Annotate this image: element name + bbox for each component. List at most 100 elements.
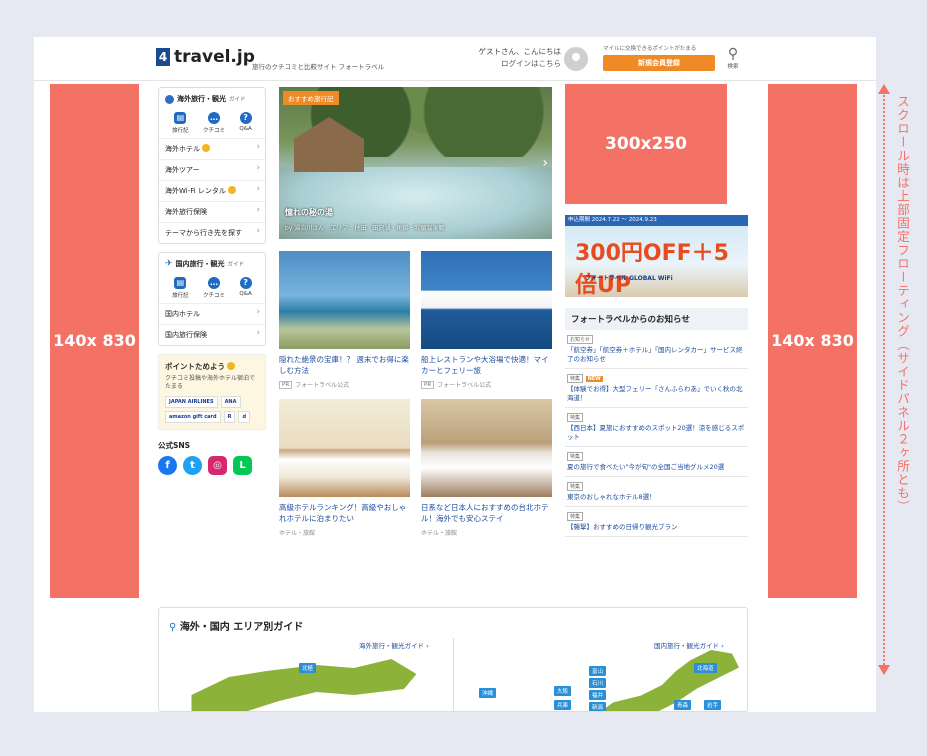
- area-tag[interactable]: 沖縄: [479, 688, 497, 698]
- notice-text: 【襲撃】おすすめの日帰り観光プラン: [567, 523, 678, 531]
- login-link[interactable]: ログインはこちら: [434, 58, 561, 70]
- instagram-icon[interactable]: ◎: [208, 456, 227, 475]
- area-tag[interactable]: 青森: [674, 700, 692, 710]
- domestic-guide-title[interactable]: ✈ 国内旅行・観光 ガイド: [159, 253, 265, 275]
- notice-item[interactable]: お知らせ 「航空券」「航空券＋ホテル」「国内レンタカー」サービス終了のお知らせ: [565, 330, 748, 369]
- logo-mark: 4: [156, 48, 170, 66]
- notice-item[interactable]: 特集 【襲撃】おすすめの日帰り観光プラン: [565, 507, 748, 537]
- overseas-guide-link[interactable]: 海外旅行・観光ガイド ›: [359, 640, 429, 650]
- page: 4 travel.jp 旅行のクチコミと比較サイト フォートラベル ゲストさん、…: [34, 37, 876, 712]
- article-category: ホテル・旅館: [421, 530, 458, 537]
- rectangle-ad-placeholder: 300x250: [565, 84, 727, 204]
- signup-button[interactable]: 新規会員登録: [603, 55, 715, 71]
- coin-icon: [227, 186, 236, 194]
- sidebar-item-wifi[interactable]: 海外Wi-Fi レンタル: [159, 180, 265, 201]
- banner-date: 申込期間 2024.7.22 ～ 2024.9.23: [565, 215, 748, 226]
- overseas-title-small: ガイド: [229, 97, 246, 103]
- right-column: 300x250 申込期間 2024.7.22 ～ 2024.9.23 300円O…: [565, 84, 748, 537]
- notice-text: 【体験でお得】大型フェリー「さんふらわあ」でいく秋の北海道！: [567, 385, 743, 402]
- scroll-annotation: スクロール時は上部固定フローティング（サイドパネル２ヶ所とも）: [895, 95, 910, 514]
- notice-panel: フォートラベルからのお知らせ お知らせ 「航空券」「航空券＋ホテル」「国内レンタ…: [565, 308, 748, 537]
- area-tag[interactable]: 新潟: [589, 702, 607, 711]
- arrow-down-icon: [878, 665, 890, 675]
- ana-logo: ANA: [220, 396, 241, 408]
- wifi-promo-banner[interactable]: 申込期間 2024.7.22 ～ 2024.9.23 300円OFF＋5倍UP …: [565, 215, 748, 297]
- site-logo[interactable]: 4 travel.jp: [156, 48, 255, 66]
- area-tag[interactable]: 富山: [589, 666, 607, 676]
- sidebar-item-domestic-hotel[interactable]: 国内ホテル: [159, 303, 265, 324]
- article-title: 隠れた絶景の宝庫！？ 週末でお得に楽しむ方法: [279, 355, 409, 375]
- search-button[interactable]: ⚲ 検索: [722, 46, 744, 70]
- article-card[interactable]: 日系など日本人におすすめの台北ホテル！海外でも安心ステイ ホテル・旅館: [421, 399, 552, 537]
- travelogue-link[interactable]: ▤ 旅行記: [172, 112, 189, 134]
- area-tag[interactable]: 岩手: [704, 700, 722, 710]
- domestic-title-text: 国内旅行・観光: [175, 260, 225, 268]
- facebook-icon[interactable]: f: [158, 456, 177, 475]
- world-map: [191, 659, 417, 711]
- article-title: 高級ホテルランキング！高級やおしゃれホテルに泊まりたい: [279, 503, 407, 523]
- book-icon: ▤: [174, 277, 187, 289]
- review-link[interactable]: … クチコミ: [203, 112, 225, 134]
- sidebar-item-label: 海外ホテル: [165, 145, 200, 153]
- article-card[interactable]: 船上レストランや大浴場で快適！マイカーとフェリー旅 PR フォートラベル公式: [421, 251, 552, 389]
- domestic-guide-link[interactable]: 国内旅行・観光ガイド ›: [654, 640, 724, 650]
- avatar[interactable]: [564, 47, 588, 71]
- area-tag[interactable]: 北極: [299, 663, 317, 673]
- sidebar-item-theme-search[interactable]: テーマから行き先を探す: [159, 222, 265, 243]
- sidebar-item-label: 海外旅行保険: [165, 208, 207, 216]
- d-point-logo: d: [238, 411, 251, 423]
- hero-author: by 湯治川さん エリア：秋田／田沢湖・角館・乳頭温泉郷: [285, 225, 445, 232]
- article-meta: ホテル・旅館: [421, 528, 552, 537]
- search-icon: ⚲: [727, 46, 739, 62]
- twitter-icon[interactable]: t: [183, 456, 202, 475]
- line-icon[interactable]: L: [233, 456, 252, 475]
- search-label: 検索: [727, 64, 739, 70]
- notice-item[interactable]: 特集 東京のおしゃれなホテル8選！: [565, 477, 748, 507]
- left-sidebar: 海外旅行・観光 ガイド ▤旅行記 …クチコミ ?Q&A 海外ホテル 海外ツアー …: [158, 87, 266, 475]
- notice-item[interactable]: 特集 夏の旅行で食べたい"今が旬"の全国ご当地グルメ20選: [565, 447, 748, 477]
- article-title: 日系など日本人におすすめの台北ホテル！海外でも安心ステイ: [421, 503, 549, 523]
- qa-link[interactable]: ? Q&A: [239, 112, 252, 134]
- review-link[interactable]: … クチコミ: [203, 277, 225, 299]
- hero-featured-travelogue[interactable]: おすすめ旅行記 憧れの秘の湯 by 湯治川さん エリア：秋田／田沢湖・角館・乳頭…: [279, 87, 552, 239]
- sidebar-item-domestic-insurance[interactable]: 国内旅行保険: [159, 324, 265, 345]
- article-source: フォートラベル公式: [295, 382, 350, 389]
- area-tag[interactable]: 福井: [589, 690, 607, 700]
- sns-title: 公式SNS: [158, 441, 191, 450]
- area-tag[interactable]: 石川: [589, 678, 607, 688]
- logo-text: travel.jp: [174, 47, 255, 67]
- sidebar-item-overseas-tour[interactable]: 海外ツアー: [159, 159, 265, 180]
- speech-bubble-icon: …: [208, 277, 221, 289]
- points-title: ポイントためよう: [165, 361, 259, 372]
- notice-title: フォートラベルからのお知らせ: [565, 308, 748, 330]
- icon-label: クチコミ: [203, 293, 226, 299]
- banner-brand: フォートラベル GLOBAL WiFi: [585, 275, 673, 282]
- sidebar-item-overseas-hotel[interactable]: 海外ホテル: [159, 138, 265, 159]
- article-meta: ホテル・旅館: [279, 528, 410, 537]
- travelogue-link[interactable]: ▤ 旅行記: [172, 277, 189, 299]
- notice-tag: お知らせ: [567, 335, 593, 344]
- area-tag[interactable]: 北海道: [694, 663, 717, 673]
- article-thumbnail: [279, 251, 410, 349]
- sidebar-item-overseas-insurance[interactable]: 海外旅行保険: [159, 201, 265, 222]
- overseas-guide-title[interactable]: 海外旅行・観光 ガイド: [159, 88, 265, 110]
- article-grid: 隠れた絶景の宝庫！？ 週末でお得に楽しむ方法 PR フォートラベル公式 船上レスト…: [279, 251, 554, 547]
- article-card[interactable]: 隠れた絶景の宝庫！？ 週末でお得に楽しむ方法 PR フォートラベル公式: [279, 251, 410, 389]
- notice-tag: 特集: [567, 413, 584, 422]
- points-promo[interactable]: ポイントためよう クチコミ投稿や海外ホテル宿泊でたまる JAPAN AIRLIN…: [158, 354, 266, 430]
- sidebar-item-label: 国内ホテル: [165, 310, 200, 318]
- chevron-right-icon[interactable]: ›: [542, 155, 548, 171]
- notice-text: 夏の旅行で食べたい"今が旬"の全国ご当地グルメ20選: [567, 463, 725, 471]
- notice-item[interactable]: 特集 【西日本】夏旅におすすめのスポット20選！涼を感じるスポット: [565, 408, 748, 447]
- area-tag[interactable]: 大阪: [554, 686, 572, 696]
- scroll-range-line: [883, 92, 885, 669]
- overseas-title-text: 海外旅行・観光: [177, 95, 226, 103]
- notice-tag: 特集: [567, 452, 584, 461]
- coin-icon: [227, 362, 235, 370]
- area-tag[interactable]: 兵庫: [554, 700, 572, 710]
- article-card[interactable]: 高級ホテルランキング！高級やおしゃれホテルに泊まりたい ホテル・旅館: [279, 399, 410, 537]
- notice-item[interactable]: 特集 NEW 【体験でお得】大型フェリー「さんふらわあ」でいく秋の北海道！: [565, 369, 748, 408]
- article-thumbnail: [421, 251, 552, 349]
- qa-link[interactable]: ? Q&A: [239, 277, 252, 299]
- area-guide-title: ⚲ 海外・国内 エリア別ガイド: [169, 618, 303, 633]
